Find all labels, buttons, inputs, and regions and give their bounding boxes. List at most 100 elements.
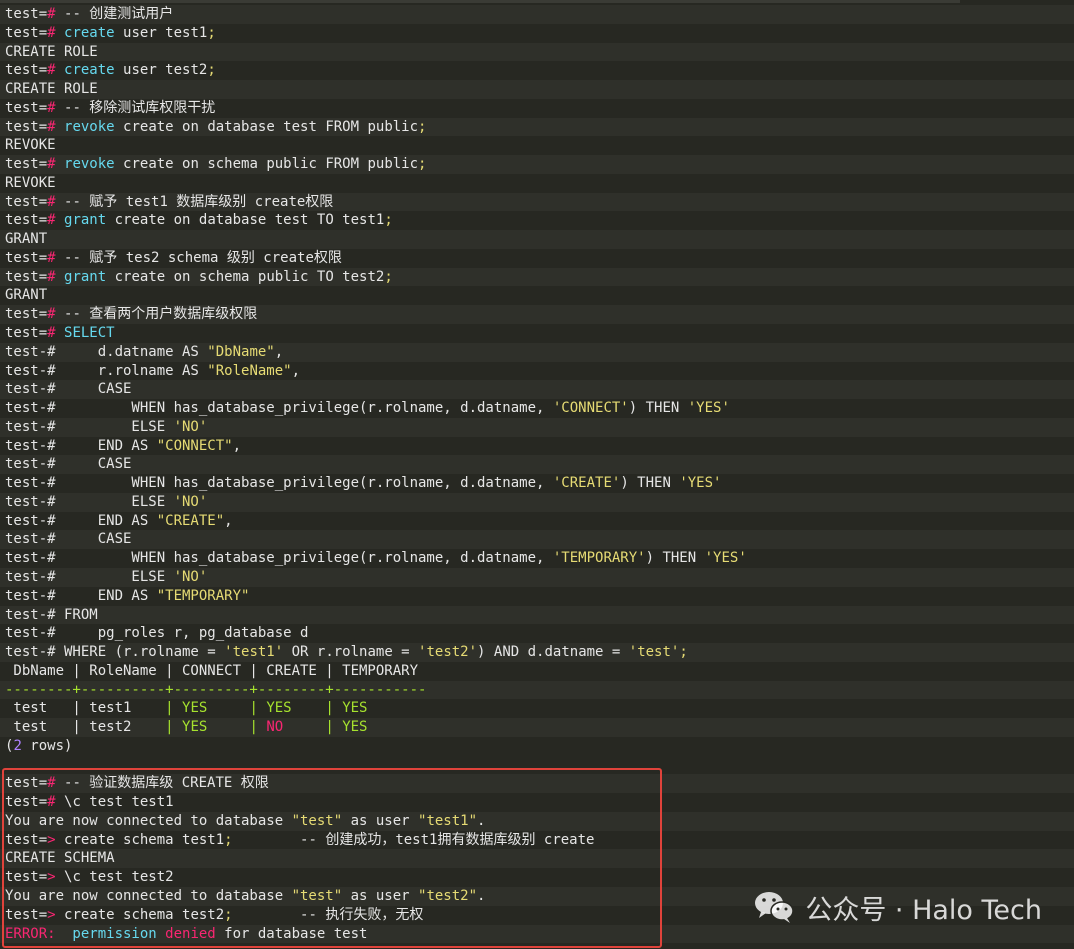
terminal-text: test= (5, 268, 48, 285)
terminal-text: test-# WHEN has_database_privilege(r.rol… (5, 475, 553, 492)
terminal-text: test-# WHEN has_database_privilege(r.rol… (5, 550, 553, 567)
terminal-text: "test2" (418, 887, 478, 904)
terminal-text: 'test2' (418, 644, 478, 661)
terminal-text: "CONNECT" (156, 437, 233, 454)
terminal-text: YES (182, 700, 250, 717)
terminal-text: # (47, 775, 56, 792)
terminal-text: ; (418, 156, 427, 173)
terminal-text: # (47, 212, 56, 229)
terminal-text: test= (5, 156, 48, 173)
terminal-text: ; (679, 644, 688, 661)
terminal-text: test= (5, 306, 48, 323)
terminal-text: for database test (215, 925, 368, 942)
terminal-text: NO (266, 719, 326, 736)
terminal-line: test-# r.rolname AS "RoleName", (0, 362, 1074, 381)
terminal-text: 'CONNECT' (552, 400, 629, 417)
terminal-text: create on schema public TO test2 (106, 268, 385, 285)
terminal-text: CREATE ROLE (5, 81, 98, 98)
terminal-text: CREATE ROLE (5, 43, 98, 60)
terminal-text: ) AND d.datname = (477, 644, 629, 661)
terminal-text: create on schema public FROM public (114, 156, 419, 173)
terminal-text: # (47, 156, 56, 173)
terminal-line: test-# d.datname AS "DbName", (0, 342, 1074, 362)
terminal-text: -- 查看两个用户数据库级权限 (55, 306, 258, 323)
terminal-text: ) THEN (645, 550, 705, 567)
terminal-text: test-# ELSE (5, 418, 174, 435)
terminal-text: 'test' (628, 644, 680, 661)
terminal-text: 'NO' (173, 418, 208, 435)
terminal-line: test=# SELECT (0, 324, 1074, 343)
terminal-text: | (325, 719, 343, 736)
top-scrollbar[interactable] (0, 0, 960, 3)
terminal-text: create schema test1 (55, 831, 225, 848)
terminal-line: test-# ELSE 'NO' (0, 567, 1074, 587)
watermark-text: 公众号 · Halo Tech (805, 894, 1042, 926)
terminal-text: -- 执行失败，无权 (232, 906, 424, 923)
terminal-text: test-# pg_roles r, pg_database d (5, 625, 309, 642)
terminal-text: test-# END AS (5, 437, 157, 454)
terminal-text: test-# CASE (5, 381, 132, 398)
terminal-text: "test" (291, 887, 343, 904)
terminal-line: test=# revoke create on database test FR… (0, 117, 1074, 137)
terminal-text: test-# END AS (5, 512, 157, 529)
terminal-text: , (232, 437, 242, 454)
terminal-text: test | test1 (5, 700, 166, 717)
terminal-line: DbName | RoleName | CONNECT | CREATE | T… (0, 662, 1074, 681)
terminal-text: , (274, 343, 284, 360)
wechat-icon (753, 889, 795, 925)
terminal-text: test-# END AS (5, 587, 157, 604)
terminal-text: ; (207, 24, 216, 41)
terminal-text: # (47, 62, 56, 79)
terminal-text: YES (182, 719, 250, 736)
terminal-text: \c test test2 (55, 869, 174, 886)
terminal-line: test=# -- 赋予 tes2 schema 级别 create权限 (0, 249, 1074, 268)
terminal-text: "CREATE" (156, 512, 225, 529)
terminal-text: . (477, 812, 486, 829)
terminal-line: You are now connected to database "test"… (0, 811, 1074, 831)
terminal-text: > (47, 869, 56, 886)
terminal-line: test-# END AS "CREATE", (0, 512, 1074, 531)
terminal-text: revoke (55, 156, 115, 173)
terminal-line: test-# WHERE (r.rolname = 'test1' OR r.r… (0, 643, 1074, 662)
terminal-text: test-# r.rolname AS (5, 362, 208, 379)
terminal-text: create on database test FROM public (114, 118, 419, 135)
terminal-text: test= (5, 24, 48, 41)
terminal-text: 'YES' (687, 400, 730, 417)
terminal-text: SELECT (55, 325, 115, 342)
terminal-text: test= (5, 118, 48, 135)
terminal-line: test=# create user test2; (0, 61, 1074, 80)
terminal-line: test=# -- 查看两个用户数据库级权限 (0, 305, 1074, 325)
terminal-text: | (165, 719, 183, 736)
terminal-text: as user (342, 812, 419, 829)
terminal-line: test-# CASE (0, 455, 1074, 475)
terminal-text: rows) (21, 737, 73, 754)
terminal-text: # (47, 325, 56, 342)
terminal-line: REVOKE (0, 136, 1074, 155)
terminal-text: ; (418, 118, 427, 135)
terminal-line: test-# WHEN has_database_privilege(r.rol… (0, 549, 1074, 568)
terminal-line: test-# WHEN has_database_privilege(r.rol… (0, 399, 1074, 418)
terminal-text: # (47, 306, 56, 323)
terminal-text: # (47, 24, 56, 41)
terminal-text: YES (266, 700, 326, 717)
terminal-text: "TEMPORARY" (156, 587, 250, 604)
terminal-text: test-# CASE (5, 456, 132, 473)
terminal-text: 'NO' (173, 568, 208, 585)
terminal-line: test-# WHEN has_database_privilege(r.rol… (0, 474, 1074, 493)
terminal-text: test= (5, 212, 48, 229)
terminal-line: test=# -- 赋予 test1 数据库级别 create权限 (0, 192, 1074, 212)
terminal-text: You are now connected to database (5, 812, 292, 829)
terminal-text: create (55, 24, 115, 41)
terminal-text: ) THEN (628, 400, 688, 417)
terminal-text: test= (5, 6, 48, 22)
terminal-text: user test1 (114, 24, 208, 41)
terminal-text: You are now connected to database (5, 887, 292, 904)
terminal-text: 'CREATE' (552, 475, 621, 492)
terminal-text: ; (224, 906, 233, 923)
terminal-line: test-# ELSE 'NO' (0, 417, 1074, 437)
terminal-text: test-# d.datname AS (5, 343, 208, 360)
terminal-window: test=# -- 创建测试用户 test=# create user test1… (0, 0, 1074, 949)
terminal-text: > (47, 831, 56, 848)
watermark: 公众号 · Halo Tech (753, 885, 1042, 929)
terminal-text: denied (165, 925, 216, 942)
